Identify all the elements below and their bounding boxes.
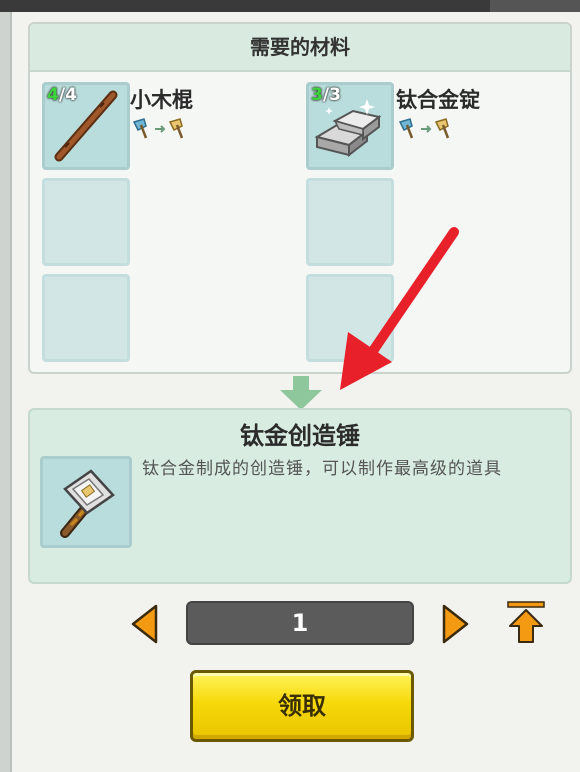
axe-upgrade-icon [132, 118, 184, 139]
product-name: 钛金创造锤 [240, 422, 360, 450]
quantity-display[interactable]: 1 [186, 601, 414, 645]
claim-button[interactable]: 领取 [190, 670, 414, 742]
material-name-ingot: 钛合金锭 [396, 88, 480, 112]
increase-button[interactable] [440, 604, 470, 644]
product-slot[interactable] [40, 456, 132, 548]
material-slot-ingot[interactable]: 3/3 [306, 82, 394, 170]
material-count-stick: 4/4 [47, 85, 77, 105]
max-quantity-button[interactable] [506, 600, 546, 644]
left-rail [0, 12, 12, 772]
material-name-stick: 小木棍 [130, 88, 193, 112]
material-slot-stick[interactable]: 4/4 [42, 82, 130, 170]
down-arrow-icon [280, 376, 322, 410]
material-slot-empty [42, 274, 130, 362]
material-slot-empty [306, 274, 394, 362]
axe-upgrade-icon [398, 118, 450, 139]
material-count-ingot: 3/3 [311, 85, 341, 105]
hammer-icon [60, 469, 115, 538]
material-slot-empty [306, 178, 394, 266]
decrease-button[interactable] [130, 604, 160, 644]
top-bar-notch [490, 0, 580, 12]
material-slot-empty [42, 178, 130, 266]
product-description: 钛合金制成的创造锤，可以制作最高级的道具 [142, 459, 502, 479]
materials-header: 需要的材料 [30, 24, 570, 72]
materials-panel: 需要的材料 4/4 小木棍 3/3 钛合金锭 [28, 22, 572, 374]
top-bar [0, 0, 580, 12]
product-panel: 钛金创造锤 钛合金制成的创造锤，可以制作最高级的道具 [28, 408, 572, 584]
